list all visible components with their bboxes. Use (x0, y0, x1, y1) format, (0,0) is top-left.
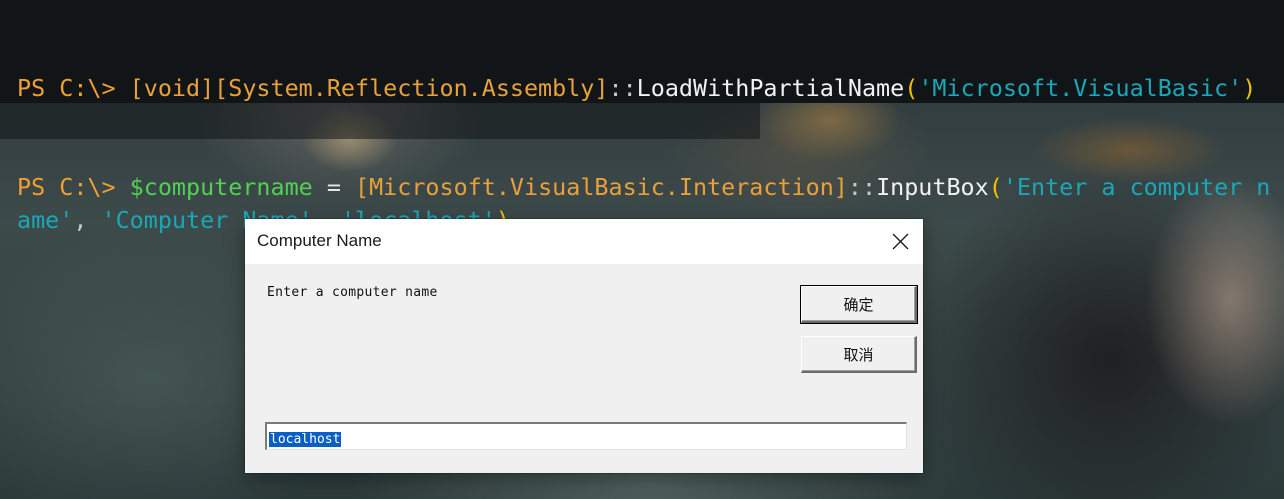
paren-open: ( (988, 173, 1003, 201)
variable-name: $computername (129, 173, 313, 201)
static-operator: :: (847, 173, 877, 201)
argument-separator: , (73, 206, 102, 234)
close-button[interactable] (877, 219, 923, 264)
close-icon (892, 233, 909, 250)
cancel-button-label: 取消 (843, 345, 874, 364)
dialog-title: Computer Name (257, 231, 382, 250)
type-expression: [void][System.Reflection.Assembly] (129, 74, 609, 102)
paren-close: ) (1242, 74, 1257, 102)
ok-button[interactable]: 确定 (800, 285, 918, 324)
console-prompt: PS C:\> (17, 173, 130, 201)
dialog-prompt: Enter a computer name (267, 285, 438, 300)
input-box-dialog: Computer Name Enter a computer name 确定 取… (245, 219, 923, 473)
selected-input-text: localhost (269, 432, 342, 447)
ok-button-label: 确定 (843, 295, 874, 314)
console-prompt: PS C:\> (17, 74, 130, 102)
method-name: LoadWithPartialName (636, 74, 905, 102)
assign-operator: = (312, 173, 355, 201)
string-argument: 'Microsoft.VisualBasic' (918, 74, 1243, 102)
computer-name-input[interactable]: localhost (265, 422, 907, 450)
static-operator: :: (608, 74, 637, 102)
method-name: InputBox (876, 173, 989, 201)
paren-open: ( (904, 74, 919, 102)
dialog-titlebar[interactable]: Computer Name (245, 219, 923, 264)
cancel-button[interactable]: 取消 (801, 336, 917, 373)
type-expression: [Microsoft.VisualBasic.Interaction] (355, 173, 848, 201)
console-line-1: PS C:\> [void][System.Reflection.Assembl… (17, 72, 1279, 105)
